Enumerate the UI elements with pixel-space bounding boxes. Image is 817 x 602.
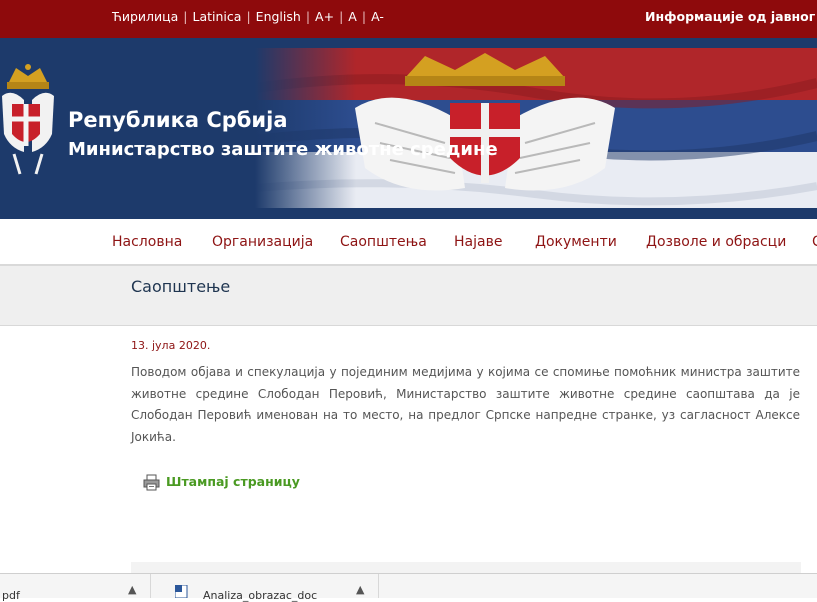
lang-english-link[interactable]: English: [256, 9, 301, 24]
coat-of-arms-logo: [2, 64, 54, 175]
downloads-bar: pdf ▲ Analiza_obrazac_doc ▲: [0, 573, 817, 602]
download-item[interactable]: Analiza_obrazac_doc ▲: [158, 574, 379, 602]
nav-item-documents[interactable]: Документи: [535, 234, 617, 250]
separator: |: [305, 9, 311, 24]
printer-icon: [143, 474, 160, 491]
separator: |: [339, 9, 344, 24]
print-page-label: Штампај страницу: [166, 474, 300, 489]
download-filename: Analiza_obrazac_doc: [203, 589, 318, 602]
download-item[interactable]: pdf ▲: [0, 574, 151, 602]
page-heading-band: Саопштење: [0, 266, 817, 326]
main-navigation: Насловна Организација Саопштења Најаве Д…: [0, 219, 817, 266]
nav-item-home[interactable]: Насловна: [112, 234, 182, 250]
download-filename: pdf: [2, 589, 20, 602]
nav-item-press-releases[interactable]: Саопштења: [340, 234, 427, 250]
language-switcher: Ћирилица | Latinica | English | A+ | A | A-: [112, 9, 384, 24]
header-banner: Република Србија Министарство заштите жи…: [0, 38, 817, 219]
public-info-link[interactable]: Информације од јавног знач: [645, 9, 817, 24]
print-page-link[interactable]: Штампај страницу: [143, 474, 300, 494]
nav-item-permits-forms[interactable]: Дозволе и обрасци: [646, 234, 786, 250]
top-bar: Ћирилица | Latinica | English | A+ | A | A- Информ…: [0, 0, 817, 38]
site-title: Република Србија: [68, 108, 288, 132]
chevron-up-icon[interactable]: ▲: [356, 583, 364, 596]
article-date: 13. јула 2020.: [131, 339, 211, 352]
nav-item-more[interactable]: С: [812, 234, 817, 250]
separator: |: [246, 9, 251, 24]
nav-item-organization[interactable]: Организација: [212, 234, 313, 250]
chevron-up-icon[interactable]: ▲: [128, 583, 136, 596]
font-increase-button[interactable]: A+: [315, 9, 334, 24]
site-subtitle: Министарство заштите животне средине: [68, 139, 498, 160]
nav-item-announcements[interactable]: Најаве: [454, 234, 502, 250]
separator: |: [183, 9, 188, 24]
font-reset-button[interactable]: A: [348, 9, 357, 24]
article-body: Поводом објава и спекулација у појединим…: [131, 365, 800, 444]
flag-photo: [255, 48, 817, 208]
word-file-icon: [175, 585, 188, 598]
separator: |: [361, 9, 367, 24]
lang-latin-link[interactable]: Latinica: [193, 9, 242, 24]
page-title: Саопштење: [131, 277, 231, 296]
lang-cyrillic-link[interactable]: Ћирилица: [112, 9, 178, 24]
font-decrease-button[interactable]: A-: [371, 9, 384, 24]
